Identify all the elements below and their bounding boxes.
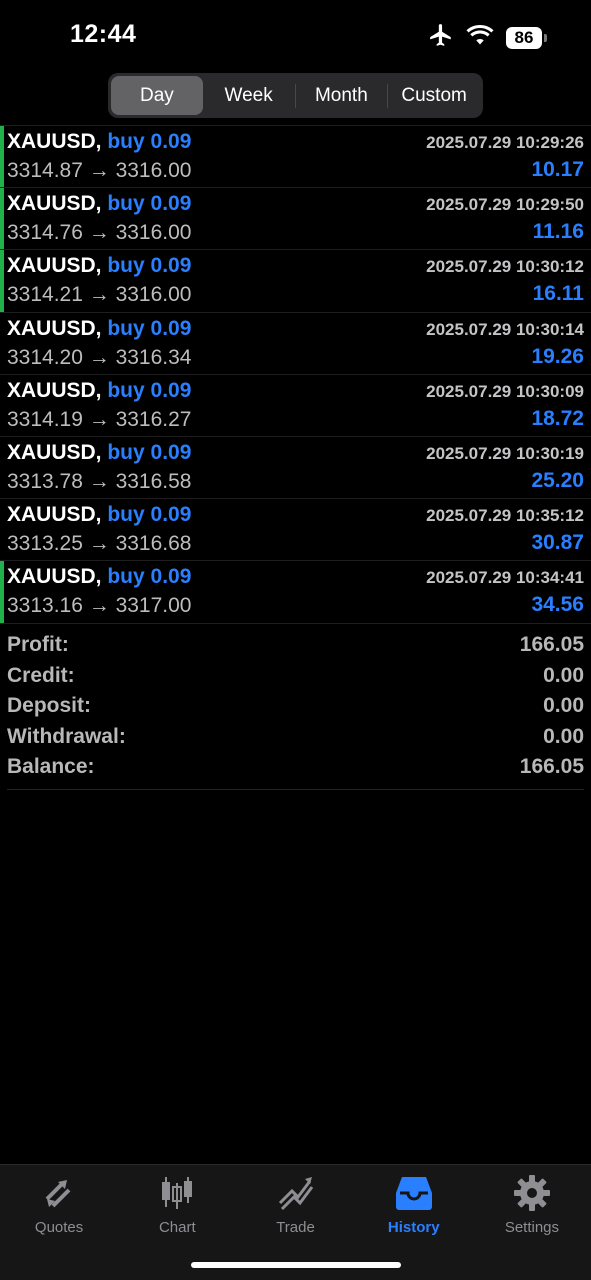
trade-history-list: XAUUSD, buy 0.09 2025.07.29 10:29:26 331… xyxy=(0,125,591,624)
trade-side: buy 0.09 xyxy=(107,192,192,216)
trade-profit: 34.56 xyxy=(531,593,584,617)
trade-row[interactable]: XAUUSD, buy 0.09 2025.07.29 10:30:12 331… xyxy=(0,249,591,312)
trade-symbol: XAUUSD, xyxy=(7,565,102,589)
trade-side: buy 0.09 xyxy=(107,503,192,527)
candlestick-icon xyxy=(162,1177,193,1209)
period-custom[interactable]: Custom xyxy=(388,76,480,115)
summary-deposit: Deposit: 0.00 xyxy=(7,691,584,722)
trade-prices: 3314.21 → 3316.00 xyxy=(7,283,192,307)
status-icons: 86 xyxy=(428,22,547,53)
summary-value: 166.05 xyxy=(519,755,584,779)
status-bar: 12:44 86 xyxy=(0,0,591,70)
trade-side: buy 0.09 xyxy=(107,316,192,340)
trade-profit: 19.26 xyxy=(531,344,584,368)
trade-row[interactable]: XAUUSD, buy 0.09 2025.07.29 10:30:09 331… xyxy=(0,373,591,436)
trade-side: buy 0.09 xyxy=(107,378,192,402)
trade-symbol: XAUUSD, xyxy=(7,254,102,278)
trade-row[interactable]: XAUUSD, buy 0.09 2025.07.29 10:34:41 331… xyxy=(0,560,591,623)
trade-row[interactable]: XAUUSD, buy 0.09 2025.07.29 10:30:19 331… xyxy=(0,435,591,498)
summary-credit: Credit: 0.00 xyxy=(7,661,584,692)
trade-prices: 3313.16 → 3317.00 xyxy=(7,594,192,618)
trade-time: 2025.07.29 10:35:12 xyxy=(426,506,584,526)
trade-time: 2025.07.29 10:30:19 xyxy=(426,443,584,463)
tab-label: Chart xyxy=(158,1219,196,1236)
summary-label: Profit: xyxy=(7,633,69,657)
tab-quotes[interactable]: Quotes xyxy=(0,1173,118,1237)
battery-level: 86 xyxy=(506,26,542,49)
trade-time: 2025.07.29 10:30:12 xyxy=(426,257,584,277)
trade-symbol: XAUUSD, xyxy=(7,503,102,527)
summary-withdrawal: Withdrawal: 0.00 xyxy=(7,722,584,753)
tab-settings[interactable]: Settings xyxy=(473,1173,591,1237)
tab-label: History xyxy=(387,1219,440,1236)
trade-profit: 10.17 xyxy=(531,158,584,181)
trade-profit: 30.87 xyxy=(531,531,584,555)
trade-profit: 11.16 xyxy=(532,220,584,244)
summary-value: 166.05 xyxy=(519,633,584,657)
trade-side: buy 0.09 xyxy=(107,254,192,278)
battery-icon: 86 xyxy=(506,26,547,49)
gear-icon xyxy=(513,1175,550,1211)
summary-label: Credit: xyxy=(7,663,75,687)
summary-profit: Profit: 166.05 xyxy=(7,630,584,661)
trade-symbol: XAUUSD, xyxy=(7,192,102,216)
trade-row[interactable]: XAUUSD, buy 0.09 2025.07.29 10:29:26 331… xyxy=(0,125,591,188)
trade-time: 2025.07.29 10:30:14 xyxy=(426,319,584,339)
summary-value: 0.00 xyxy=(543,663,584,687)
trade-symbol: XAUUSD, xyxy=(7,440,102,464)
trade-time: 2025.07.29 10:30:09 xyxy=(426,381,584,401)
trade-symbol: XAUUSD, xyxy=(7,378,102,402)
status-time: 12:44 xyxy=(70,20,137,48)
trade-symbol: XAUUSD, xyxy=(7,316,102,340)
tab-bar: Quotes Chart Trade History Settings xyxy=(0,1164,591,1280)
trade-side: buy 0.09 xyxy=(107,130,192,153)
tab-chart[interactable]: Chart xyxy=(118,1173,236,1237)
trade-prices: 3314.19 → 3316.27 xyxy=(7,407,192,431)
trade-prices: 3313.25 → 3316.68 xyxy=(7,532,192,556)
trade-profit: 18.72 xyxy=(531,406,584,430)
summary-value: 0.00 xyxy=(543,724,584,748)
history-summary: Profit: 166.05 Credit: 0.00 Deposit: 0.00 W… xyxy=(7,630,584,790)
home-indicator[interactable] xyxy=(191,1262,401,1268)
quotes-icon xyxy=(45,1180,71,1208)
trade-profit: 25.20 xyxy=(531,468,584,492)
airplane-mode-icon xyxy=(428,22,454,53)
trade-symbol: XAUUSD, xyxy=(7,130,102,153)
tab-label: Trade xyxy=(276,1219,315,1236)
list-divider xyxy=(0,622,591,624)
trade-row[interactable]: XAUUSD, buy 0.09 2025.07.29 10:35:12 331… xyxy=(0,498,591,560)
trade-side: buy 0.09 xyxy=(107,440,192,464)
summary-label: Deposit: xyxy=(7,694,91,718)
summary-value: 0.00 xyxy=(543,694,584,718)
summary-balance: Balance: 166.05 xyxy=(7,752,584,783)
tab-trade[interactable]: Trade xyxy=(236,1173,354,1237)
trade-prices: 3314.20 → 3316.34 xyxy=(7,345,192,369)
trade-profit: 16.11 xyxy=(532,282,584,306)
trade-time: 2025.07.29 10:29:26 xyxy=(426,133,584,152)
tab-label: Settings xyxy=(504,1219,560,1236)
trade-prices: 3314.76 → 3316.00 xyxy=(7,221,192,245)
trade-row[interactable]: XAUUSD, buy 0.09 2025.07.29 10:29:50 331… xyxy=(0,187,591,250)
trade-prices: 3314.87 → 3316.00 xyxy=(7,159,192,182)
trade-row[interactable]: XAUUSD, buy 0.09 2025.07.29 10:30:14 331… xyxy=(0,311,591,374)
summary-label: Withdrawal: xyxy=(7,724,126,748)
inbox-icon xyxy=(395,1177,432,1210)
trade-time: 2025.07.29 10:29:50 xyxy=(426,195,584,215)
trade-icon xyxy=(278,1177,313,1211)
trade-prices: 3313.78 → 3316.58 xyxy=(7,469,192,493)
tab-label: Quotes xyxy=(34,1219,84,1236)
wifi-icon xyxy=(466,24,494,51)
period-week[interactable]: Week xyxy=(203,76,295,115)
trade-side: buy 0.09 xyxy=(107,565,192,589)
period-selector: Day Week Month Custom xyxy=(108,73,483,118)
summary-label: Balance: xyxy=(7,755,95,779)
tab-history[interactable]: History xyxy=(355,1173,473,1237)
period-day[interactable]: Day xyxy=(111,76,203,115)
trade-time: 2025.07.29 10:34:41 xyxy=(426,568,584,588)
period-month[interactable]: Month xyxy=(296,76,388,115)
